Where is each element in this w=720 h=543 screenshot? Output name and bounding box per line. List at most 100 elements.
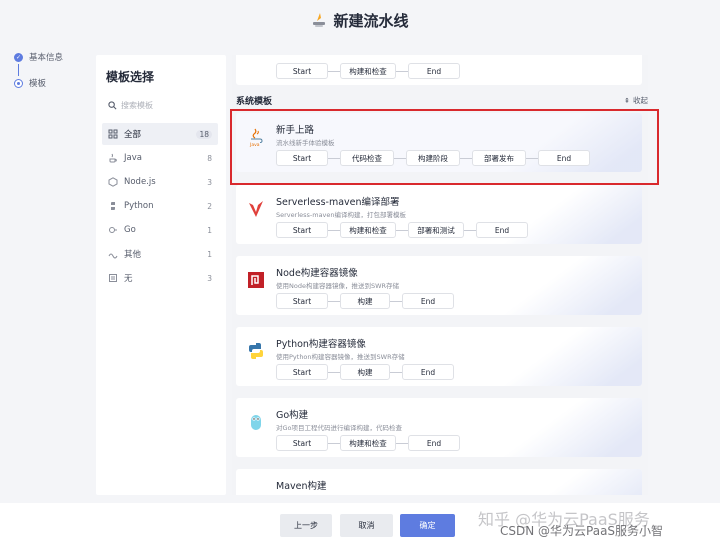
search-placeholder: 搜索模板: [121, 100, 153, 110]
grid-icon: [108, 129, 118, 139]
category-java[interactable]: Java 8: [102, 147, 218, 169]
prev-button[interactable]: 上一步: [280, 514, 332, 537]
page-title-text: 新建流水线: [333, 12, 409, 30]
stage-connector: [390, 300, 402, 302]
template-name: Node构建容器镜像: [276, 268, 358, 279]
step-basic-info[interactable]: ✓ 基本信息: [14, 50, 63, 64]
template-name: Serverless-maven编译部署: [276, 197, 400, 208]
collapse-label: 收起: [633, 96, 648, 105]
current-step-icon: [14, 78, 23, 88]
step-connector: [18, 64, 19, 76]
stage-connector: [394, 157, 406, 159]
category-all[interactable]: 全部 18: [102, 123, 218, 145]
template-card-python[interactable]: Python构建容器镜像 使用Python构建容器镜像，推送到SWR存储 Sta…: [236, 327, 642, 386]
section-title: 系统模板: [236, 97, 273, 107]
system-templates-header: 系统模板 ⇞ 收起: [236, 94, 648, 107]
template-desc: 使用Python构建容器镜像，推送到SWR存储: [276, 353, 405, 361]
template-desc: 使用Node构建容器镜像，推送到SWR存储: [276, 282, 400, 290]
category-count: 1: [207, 249, 212, 259]
java-icon: [109, 153, 117, 163]
category-label: Python: [124, 201, 154, 211]
stage-connector: [396, 442, 408, 444]
template-name: Maven构建: [276, 481, 327, 492]
category-count: 8: [207, 153, 212, 163]
step-template[interactable]: 模板: [14, 76, 63, 90]
stage-connector: [460, 157, 472, 159]
template-card-maven[interactable]: Maven构建: [236, 469, 642, 495]
go-icon: [251, 415, 261, 430]
stage-pill: End: [402, 364, 454, 380]
wizard-steps: ✓ 基本信息 模板: [14, 50, 63, 90]
stage-pill: End: [408, 435, 460, 451]
stage-pill: Start: [276, 63, 328, 79]
stage-connector: [396, 70, 408, 72]
watermark-csdn: CSDN @华为云PaaS服务小智: [500, 524, 664, 538]
template-desc: Serverless-maven编译构建，打包部署模板: [276, 211, 407, 219]
stage-pill: 部署和测试: [408, 222, 464, 238]
stage-pill: End: [402, 293, 454, 309]
stage-pill: 构建: [340, 293, 390, 309]
category-nodejs[interactable]: Node.js 3: [102, 171, 218, 193]
stage-pill: Start: [276, 435, 328, 451]
stage-pill: Start: [276, 364, 328, 380]
stage-connector: [464, 229, 476, 231]
collapse-button[interactable]: ⇞ 收起: [624, 95, 648, 106]
stage-connector: [396, 229, 408, 231]
stage-pill: Start: [276, 222, 328, 238]
template-name: Python构建容器镜像: [276, 339, 366, 350]
stage-pill: Start: [276, 293, 328, 309]
stage-flow: Start 构建和检查 End: [276, 63, 460, 79]
stage-connector: [328, 157, 340, 159]
stage-pill: 代码检查: [340, 150, 394, 166]
template-card-serverless[interactable]: Serverless-maven编译部署 Serverless-maven编译构…: [236, 185, 642, 244]
template-card-go[interactable]: Go构建 对Go项目工程代码进行编译构建，代码检查 Start 构建和检查 En…: [236, 398, 642, 457]
category-label: 无: [124, 274, 133, 284]
stage-flow: Start 构建和检查 End: [276, 435, 460, 451]
stage-pill: End: [538, 150, 590, 166]
template-sidebar: 模板选择 搜索模板 全部 18 Java 8 Node.js 3 Python …: [96, 55, 226, 495]
category-none[interactable]: 无 3: [102, 267, 218, 289]
nodejs-icon: [248, 272, 264, 288]
stage-flow: Start 代码检查 构建阶段 部署发布 End: [276, 150, 590, 166]
stage-pill: End: [476, 222, 528, 238]
stage-connector: [526, 157, 538, 159]
category-label: 全部: [124, 130, 142, 140]
stage-pill: 构建阶段: [406, 150, 460, 166]
stage-pill: 构建和检查: [340, 63, 396, 79]
category-count: 2: [207, 201, 212, 211]
category-other[interactable]: 其他 1: [102, 243, 218, 265]
highlight-box: [230, 109, 659, 185]
category-count: 18: [196, 129, 212, 139]
nodejs-icon: [108, 177, 118, 187]
stage-connector: [390, 371, 402, 373]
template-name: Go构建: [276, 410, 309, 421]
serverless-icon: [249, 201, 263, 217]
stage-pill: 构建: [340, 364, 390, 380]
category-label: 其他: [124, 250, 142, 260]
python-icon: [111, 202, 115, 210]
stage-connector: [328, 70, 340, 72]
check-icon: ✓: [14, 52, 23, 62]
search-icon: [108, 100, 117, 109]
stage-connector: [328, 442, 340, 444]
pipeline-icon: [313, 13, 326, 27]
go-icon: [109, 227, 117, 233]
other-icon: [108, 253, 118, 259]
stage-flow: Start 构建 End: [276, 293, 454, 309]
confirm-button[interactable]: 确定: [400, 514, 455, 537]
category-label: Go: [124, 225, 136, 235]
step-label: 模板: [29, 79, 47, 89]
category-python[interactable]: Python 2: [102, 195, 218, 217]
category-go[interactable]: Go 1: [102, 219, 218, 241]
stage-pill: 构建和检查: [340, 435, 396, 451]
template-card-partial[interactable]: Start 构建和检查 End: [236, 55, 642, 85]
collapse-icon: ⇞: [624, 96, 630, 105]
stage-flow: Start 构建 End: [276, 364, 454, 380]
search-input[interactable]: 搜索模板: [108, 97, 216, 113]
category-count: 3: [207, 177, 212, 187]
template-card-node[interactable]: Node构建容器镜像 使用Node构建容器镜像，推送到SWR存储 Start 构…: [236, 256, 642, 315]
step-label: 基本信息: [29, 53, 64, 63]
page-title: 新建流水线: [0, 10, 720, 31]
cancel-button[interactable]: 取消: [340, 514, 393, 537]
category-count: 1: [207, 225, 212, 235]
